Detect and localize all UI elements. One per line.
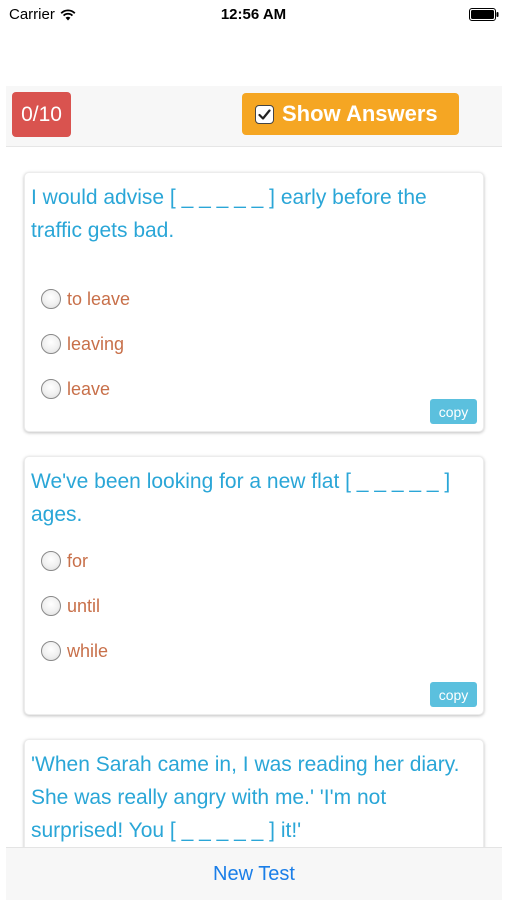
answer-option[interactable]: for — [41, 549, 88, 573]
show-answers-toggle[interactable]: Show Answers — [242, 93, 459, 135]
radio-button[interactable] — [41, 641, 61, 661]
answer-option[interactable]: leave — [41, 377, 110, 401]
new-test-button[interactable]: New Test — [6, 848, 502, 900]
battery-icon — [469, 8, 499, 21]
question-card: 'When Sarah came in, I was reading her d… — [24, 739, 484, 847]
show-answers-checkbox[interactable] — [255, 104, 274, 124]
checkmark-icon — [258, 108, 271, 120]
quiz-toolbar: 0/10 Show Answers — [6, 86, 502, 147]
copy-button[interactable]: copy — [430, 399, 477, 424]
answer-option[interactable]: to leave — [41, 287, 130, 311]
answer-option[interactable]: leaving — [41, 332, 124, 356]
clock: 12:56 AM — [220, 6, 287, 23]
score-badge: 0/10 — [12, 92, 71, 137]
radio-button[interactable] — [41, 289, 61, 309]
show-answers-label: Show Answers — [282, 101, 438, 126]
question-card: I would advise [ _ _ _ _ _ ] early befor… — [24, 172, 484, 432]
option-label: until — [67, 595, 101, 616]
question-card: We've been looking for a new flat [ _ _ … — [24, 456, 484, 715]
question-list[interactable]: I would advise [ _ _ _ _ _ ] early befor… — [0, 150, 507, 847]
option-label: leaving — [67, 333, 125, 354]
bottom-bar: New Test — [6, 847, 502, 900]
radio-button[interactable] — [41, 379, 61, 399]
question-text: We've been looking for a new flat [ _ _ … — [31, 470, 451, 526]
answer-option[interactable]: while — [41, 639, 108, 663]
option-label: for — [67, 550, 89, 571]
radio-button[interactable] — [41, 551, 61, 571]
option-label: to leave — [67, 288, 131, 309]
radio-button[interactable] — [41, 334, 61, 354]
option-label: while — [67, 640, 109, 661]
status-bar: Carrier 12:56 AM — [0, 0, 507, 30]
question-text: 'When Sarah came in, I was reading her d… — [31, 753, 460, 842]
question-text: I would advise [ _ _ _ _ _ ] early befor… — [31, 186, 427, 242]
copy-button[interactable]: copy — [430, 682, 477, 707]
radio-button[interactable] — [41, 596, 61, 616]
answer-option[interactable]: until — [41, 594, 100, 618]
option-label: leave — [67, 378, 111, 399]
